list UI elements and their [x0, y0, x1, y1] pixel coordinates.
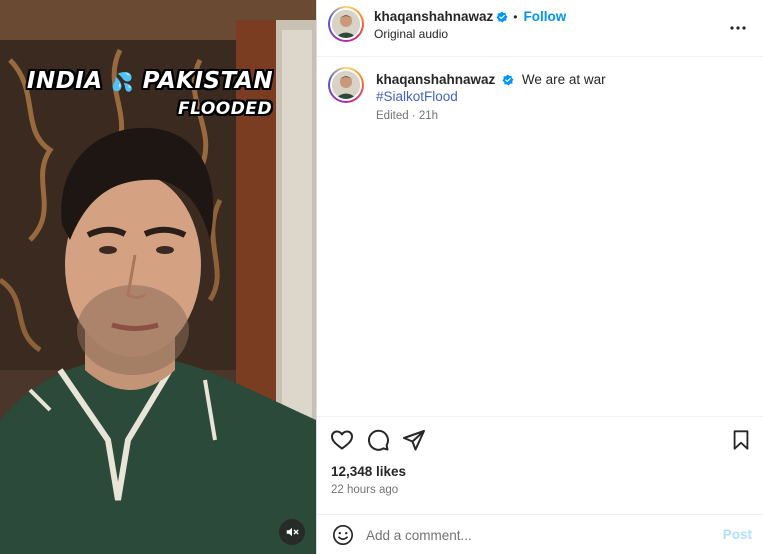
verified-badge-icon: [496, 11, 508, 22]
droplets-emoji: 💦: [111, 72, 135, 93]
speaker-muted-icon: [286, 527, 299, 537]
post-side-panel: khaqanshahnawaz • Follow Original audio: [316, 0, 763, 554]
original-audio-link[interactable]: Original audio: [374, 27, 448, 41]
bookmark-icon: [733, 430, 749, 450]
post-actions: 12,348 likes 22 hours ago: [317, 416, 763, 514]
caption-username[interactable]: khaqanshahnawaz: [376, 72, 495, 87]
avatar-image: [332, 71, 360, 99]
post-timestamp[interactable]: 22 hours ago: [331, 484, 398, 496]
author-username[interactable]: khaqanshahnawaz: [374, 9, 493, 24]
verified-badge-icon: [502, 74, 514, 86]
overlay-text-india: INDIA: [26, 68, 103, 94]
separator-dot: •: [513, 9, 518, 24]
post-header: khaqanshahnawaz • Follow Original audio: [317, 0, 763, 57]
post-caption: khaqanshahnawaz We are at war #SialkotFl…: [376, 71, 746, 105]
header-author-line: khaqanshahnawaz • Follow: [374, 9, 566, 24]
comment-button[interactable]: [365, 427, 391, 453]
emoji-icon: [333, 525, 353, 545]
heart-icon: [331, 430, 353, 450]
more-horizontal-icon: [730, 26, 746, 30]
video-overlay-title: INDIA 💦 PAKISTAN: [0, 68, 300, 94]
caption-meta: Edited · 21h: [376, 110, 439, 122]
emoji-picker-button[interactable]: [330, 522, 356, 548]
hashtag-link[interactable]: #SialkotFlood: [376, 88, 746, 105]
post-comment-button[interactable]: Post: [723, 527, 752, 542]
video-overlay-subtitle: FLOODED: [178, 99, 273, 119]
caption-text: We are at war: [521, 72, 606, 87]
likes-count[interactable]: 12,348 likes: [331, 464, 406, 479]
like-button[interactable]: [329, 427, 355, 453]
instagram-post: INDIA 💦 PAKISTAN FLOODED khaqanshahnawaz…: [0, 0, 763, 554]
follow-button[interactable]: Follow: [524, 9, 567, 24]
comment-input[interactable]: [366, 524, 706, 546]
post-video[interactable]: INDIA 💦 PAKISTAN FLOODED: [0, 0, 316, 554]
comments-section: khaqanshahnawaz We are at war #SialkotFl…: [317, 57, 763, 416]
share-button[interactable]: [401, 427, 427, 453]
more-options-button[interactable]: [726, 16, 750, 40]
author-avatar[interactable]: [328, 6, 364, 42]
share-icon: [403, 430, 425, 451]
add-comment-bar: Post: [317, 514, 763, 554]
mute-toggle-button[interactable]: [279, 519, 305, 545]
caption-author-avatar[interactable]: [328, 67, 364, 103]
save-button[interactable]: [728, 427, 754, 453]
avatar-image: [332, 10, 360, 38]
comment-icon: [367, 429, 389, 451]
overlay-text-pakistan: PAKISTAN: [142, 68, 274, 94]
